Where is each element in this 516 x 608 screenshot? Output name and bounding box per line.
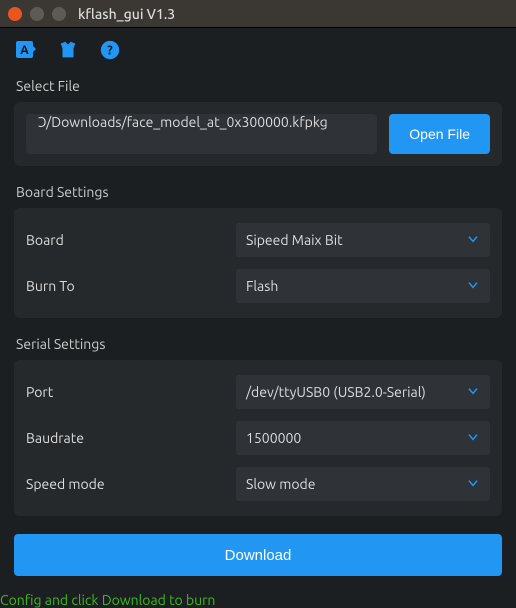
- chevron-down-icon: [466, 384, 480, 401]
- select-file-group: ɔ/Downloads/face_model_at_0x300000.kfpkg…: [14, 102, 502, 166]
- burn-to-select[interactable]: Flash: [236, 269, 490, 303]
- chevron-down-icon: [466, 278, 480, 295]
- serial-settings-label: Serial Settings: [14, 330, 502, 360]
- port-select[interactable]: /dev/ttyUSB0 (USB2.0-Serial): [236, 375, 490, 409]
- chevron-down-icon: [466, 232, 480, 249]
- window-maximize-button[interactable]: [52, 7, 66, 21]
- status-text: Config and click Download to burn: [0, 576, 516, 608]
- chevron-down-icon: [466, 476, 480, 493]
- window-close-button[interactable]: [8, 7, 22, 21]
- speed-mode-label: Speed mode: [26, 476, 236, 492]
- open-file-button[interactable]: Open File: [389, 114, 490, 154]
- titlebar: kflash_gui V1.3: [0, 0, 516, 28]
- svg-text:A: A: [20, 44, 29, 57]
- burn-to-select-value: Flash: [246, 278, 278, 294]
- board-select-value: Sipeed Maix Bit: [246, 232, 343, 248]
- board-settings-group: Board Sipeed Maix Bit Burn To Flash: [14, 208, 502, 318]
- board-settings-label: Board Settings: [14, 178, 502, 208]
- window-minimize-button[interactable]: [30, 7, 44, 21]
- speed-mode-select-value: Slow mode: [246, 476, 315, 492]
- window-title: kflash_gui V1.3: [78, 6, 175, 22]
- language-icon[interactable]: A: [14, 38, 38, 62]
- baudrate-label: Baudrate: [26, 430, 236, 446]
- download-button[interactable]: Download: [14, 534, 502, 576]
- baudrate-select[interactable]: 1500000: [236, 421, 490, 455]
- svg-text:?: ?: [107, 44, 113, 58]
- help-icon[interactable]: ?: [98, 38, 122, 62]
- speed-mode-select[interactable]: Slow mode: [236, 467, 490, 501]
- toolbar: A ?: [0, 28, 516, 72]
- port-select-value: /dev/ttyUSB0 (USB2.0-Serial): [246, 384, 426, 400]
- skin-icon[interactable]: [56, 38, 80, 62]
- burn-to-label: Burn To: [26, 278, 236, 294]
- serial-settings-group: Port /dev/ttyUSB0 (USB2.0-Serial) Baudra…: [14, 360, 502, 516]
- chevron-down-icon: [466, 430, 480, 447]
- file-path-input[interactable]: ɔ/Downloads/face_model_at_0x300000.kfpkg: [26, 114, 377, 154]
- port-label: Port: [26, 384, 236, 400]
- select-file-label: Select File: [14, 72, 502, 102]
- baudrate-select-value: 1500000: [246, 430, 301, 446]
- board-select[interactable]: Sipeed Maix Bit: [236, 223, 490, 257]
- board-label: Board: [26, 232, 236, 248]
